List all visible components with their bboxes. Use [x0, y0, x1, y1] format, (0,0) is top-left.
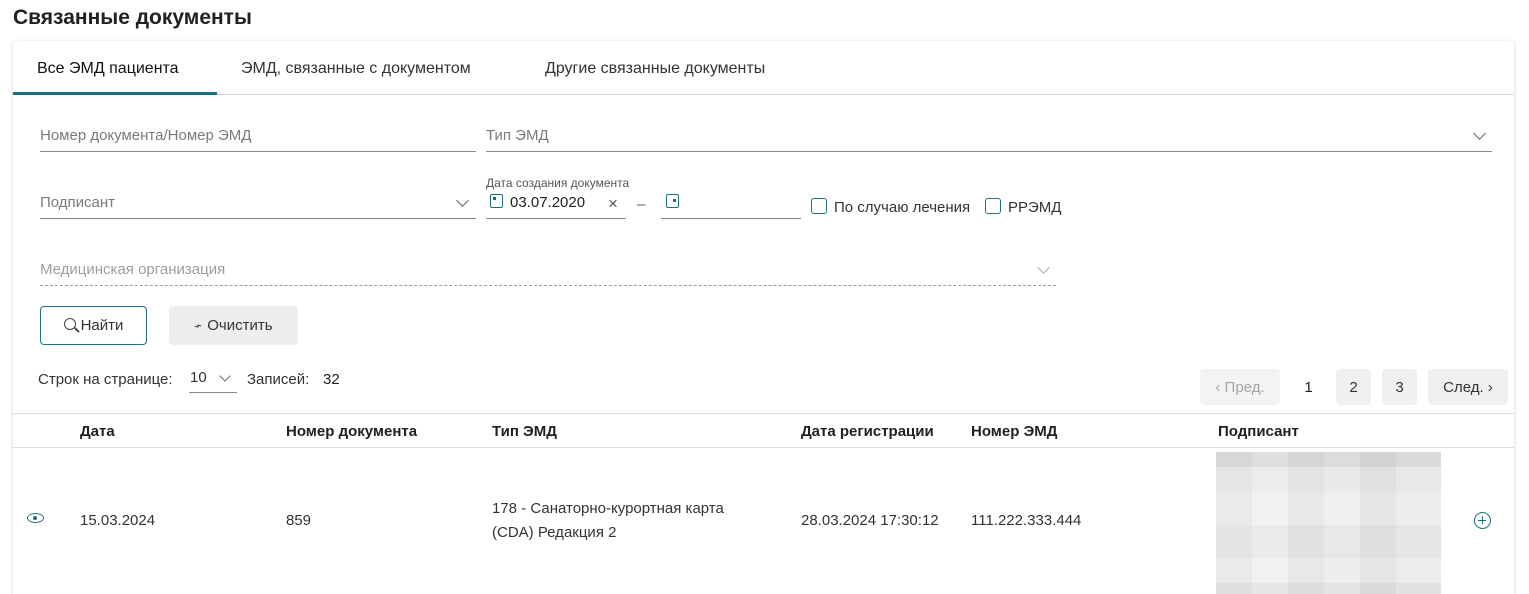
page-button-1[interactable]: 1: [1291, 369, 1326, 405]
rremd-label: РРЭМД: [1008, 199, 1062, 216]
rows-per-page-chevron-down-icon[interactable]: [219, 370, 231, 382]
tab-bar: Все ЭМД пациента ЭМД, связанные с докуме…: [13, 41, 1514, 95]
by-case-checkbox[interactable]: [811, 198, 827, 214]
by-case-label: По случаю лечения: [834, 199, 971, 216]
emd-type-underline: [486, 151, 1492, 152]
date-from-input[interactable]: 03.07.2020: [510, 194, 585, 211]
med-org-chevron-down-icon[interactable]: [1037, 261, 1050, 274]
med-org-select[interactable]: Медицинская организация: [40, 261, 225, 278]
calendar-icon[interactable]: [666, 194, 679, 208]
eye-icon[interactable]: [27, 513, 44, 523]
date-range-separator: –: [637, 196, 646, 213]
column-header-emd-type[interactable]: Тип ЭМД: [492, 423, 557, 440]
signer-select[interactable]: Подписант: [40, 194, 115, 211]
cell-emd-type-line2: (CDA) Редакция 2: [492, 524, 617, 541]
page-title: Связанные документы: [13, 6, 252, 29]
related-documents-card: Все ЭМД пациента ЭМД, связанные с докуме…: [13, 41, 1514, 594]
column-header-date[interactable]: Дата: [80, 423, 115, 440]
date-created-label: Дата создания документа: [486, 176, 630, 190]
cell-date: 15.03.2024: [80, 512, 156, 529]
records-count: 32: [323, 371, 340, 388]
table-header: Дата Номер документа Тип ЭМД Дата регист…: [13, 413, 1514, 448]
clear-x-icon[interactable]: ×: [608, 195, 618, 212]
find-button-label: Найти: [80, 317, 124, 334]
date-to-underline: [661, 218, 801, 219]
tab-linked-emd[interactable]: ЭМД, связанные с документом: [241, 60, 471, 78]
signer-redacted-blur: [1216, 452, 1441, 594]
rremd-checkbox[interactable]: [985, 198, 1001, 214]
records-label: Записей:: [247, 371, 310, 388]
broom-icon: ⌁: [191, 316, 205, 334]
clear-button-label: Очистить: [207, 317, 273, 334]
date-from-underline: [486, 218, 626, 219]
plus-circle-icon[interactable]: [1474, 512, 1491, 529]
tab-all-emd[interactable]: Все ЭМД пациента: [37, 60, 179, 78]
cell-emd-number: 111.222.333.444: [971, 512, 1082, 529]
signer-chevron-down-icon[interactable]: [456, 194, 469, 207]
rows-per-page-select[interactable]: 10: [190, 369, 207, 386]
column-header-reg-date[interactable]: Дата регистрации: [801, 423, 934, 440]
page-button-2[interactable]: 2: [1336, 369, 1371, 405]
cell-emd-type-line1: 178 - Санаторно-курортная карта: [492, 500, 724, 517]
find-button[interactable]: Найти: [40, 306, 147, 345]
tab-other-documents[interactable]: Другие связанные документы: [545, 60, 765, 78]
column-header-emd-number[interactable]: Номер ЭМД: [971, 423, 1057, 440]
doc-number-input[interactable]: Номер документа/Номер ЭМД: [40, 127, 251, 144]
calendar-icon[interactable]: [490, 194, 503, 208]
search-icon: [63, 317, 76, 330]
active-tab-indicator: [13, 92, 217, 95]
signer-underline: [40, 218, 476, 219]
page-button-3[interactable]: 3: [1382, 369, 1417, 405]
rows-per-page-label: Строк на странице:: [38, 371, 173, 388]
rows-per-page-underline: [189, 392, 237, 393]
doc-number-underline: [40, 151, 476, 152]
column-header-signer[interactable]: Подписант: [1218, 423, 1299, 440]
emd-type-select[interactable]: Тип ЭМД: [486, 127, 549, 144]
clear-button[interactable]: ⌁ Очистить: [169, 306, 298, 345]
emd-type-chevron-down-icon[interactable]: [1473, 127, 1486, 140]
cell-doc-number: 859: [286, 512, 312, 529]
cell-reg-date: 28.03.2024 17:30:12: [801, 512, 939, 529]
next-page-button[interactable]: След. ›: [1428, 369, 1508, 405]
med-org-underline: [40, 285, 1056, 286]
prev-page-button[interactable]: ‹ Пред.: [1200, 369, 1280, 405]
column-header-doc-number[interactable]: Номер документа: [286, 423, 417, 440]
